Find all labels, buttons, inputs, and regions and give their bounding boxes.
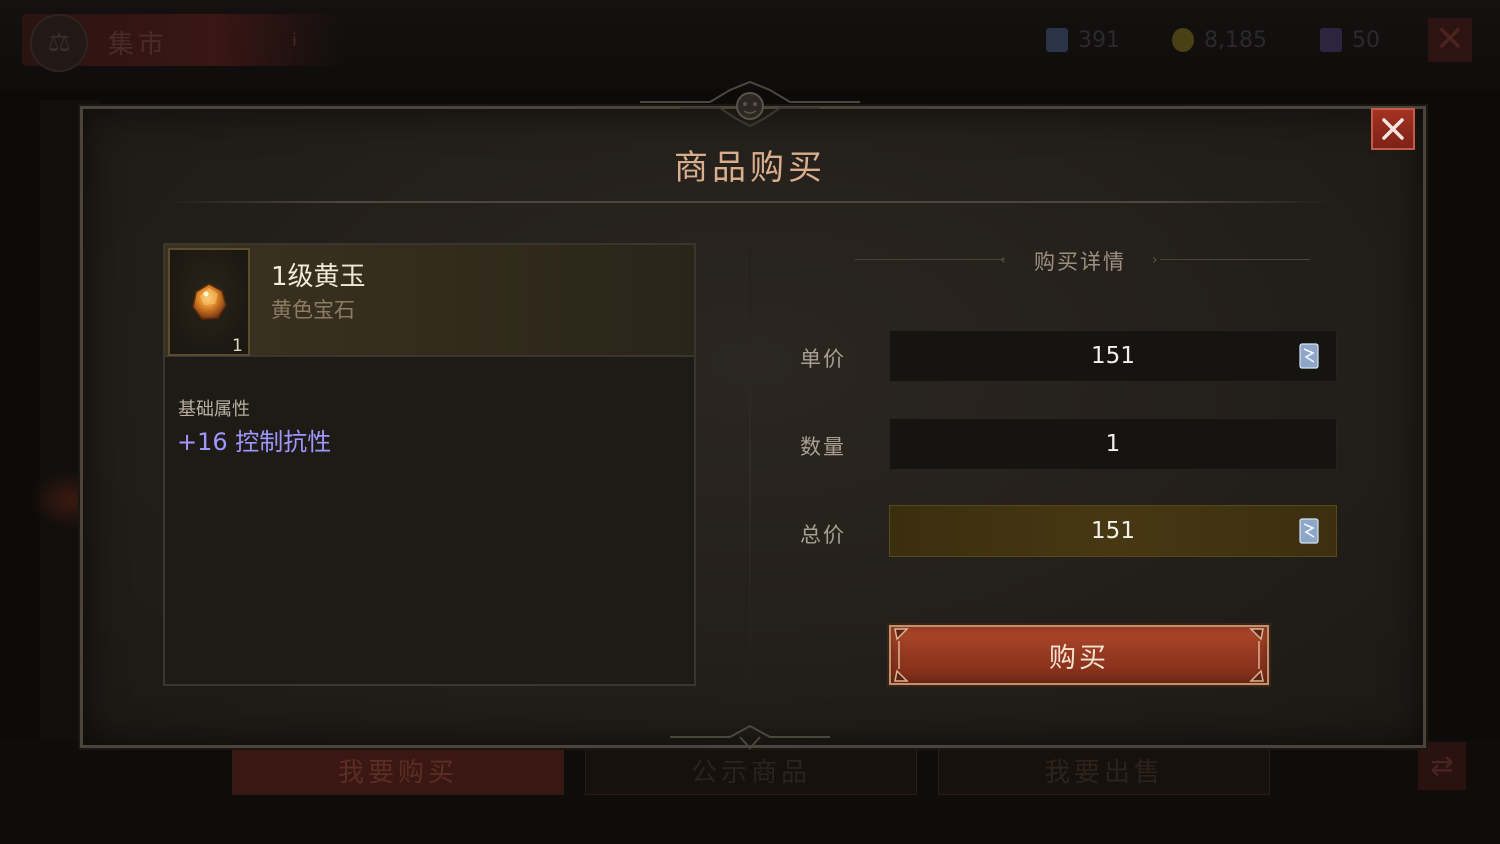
details-title: 购买详情 xyxy=(1034,250,1126,274)
item-count: 1 xyxy=(232,336,243,356)
background-close-icon[interactable]: ✕ xyxy=(1428,18,1472,62)
buy-button[interactable]: 购买 xyxy=(889,625,1269,685)
crystal-shard-icon xyxy=(1320,28,1342,52)
quantity-value: 1 xyxy=(1105,431,1121,457)
modal-close-button[interactable] xyxy=(1371,108,1415,150)
total-price-label: 总价 xyxy=(800,523,846,547)
currency-gold: 8,185 xyxy=(1172,26,1267,54)
background-screen-title: 集市 xyxy=(108,30,169,60)
attribute-value: +16 控制抗性 xyxy=(177,428,332,456)
shard-amount: 50 xyxy=(1352,27,1380,53)
button-ornament-right-icon xyxy=(1249,628,1264,682)
title-divider xyxy=(165,201,1335,203)
platinum-icon xyxy=(1299,518,1319,544)
panel-divider xyxy=(749,250,751,680)
unit-price-label: 单价 xyxy=(800,347,846,371)
tab-sell[interactable]: 我要出售 xyxy=(938,745,1270,795)
gold-coin-icon xyxy=(1172,28,1194,52)
bottom-ornament-icon xyxy=(670,724,830,750)
total-price-value: 151 xyxy=(1091,518,1135,544)
buy-button-label: 购买 xyxy=(1049,642,1109,674)
tab-listed[interactable]: 公示商品 xyxy=(585,745,917,795)
platinum-icon xyxy=(1046,28,1068,52)
background-corner-button[interactable]: ⇄ xyxy=(1418,742,1466,790)
currency-shard: 50 xyxy=(1320,26,1380,54)
platinum-icon xyxy=(1299,343,1319,369)
details-line-right xyxy=(1160,259,1310,260)
crest-ornament-icon xyxy=(640,80,860,128)
modal-title: 商品购买 xyxy=(674,148,826,188)
tab-buy[interactable]: 我要购买 xyxy=(232,745,564,795)
attributes-heading: 基础属性 xyxy=(178,399,250,420)
total-price-field: 151 xyxy=(889,505,1337,557)
gold-amount: 8,185 xyxy=(1204,27,1267,53)
info-icon[interactable]: ⅰ xyxy=(292,30,308,51)
platinum-amount: 391 xyxy=(1078,27,1120,53)
quantity-field[interactable]: 1 xyxy=(889,418,1337,470)
unit-price-value: 151 xyxy=(1091,343,1135,369)
quantity-label: 数量 xyxy=(800,435,846,459)
item-type: 黄色宝石 xyxy=(271,298,355,322)
button-ornament-left-icon xyxy=(894,628,909,682)
item-name: 1级黄玉 xyxy=(271,262,366,292)
chevron-right-icon: › xyxy=(1152,252,1158,268)
close-icon xyxy=(1382,118,1404,140)
unit-price-field: 151 xyxy=(889,330,1337,382)
market-emblem-icon: ⚖ xyxy=(30,14,88,72)
currency-platinum: 391 xyxy=(1046,26,1120,54)
